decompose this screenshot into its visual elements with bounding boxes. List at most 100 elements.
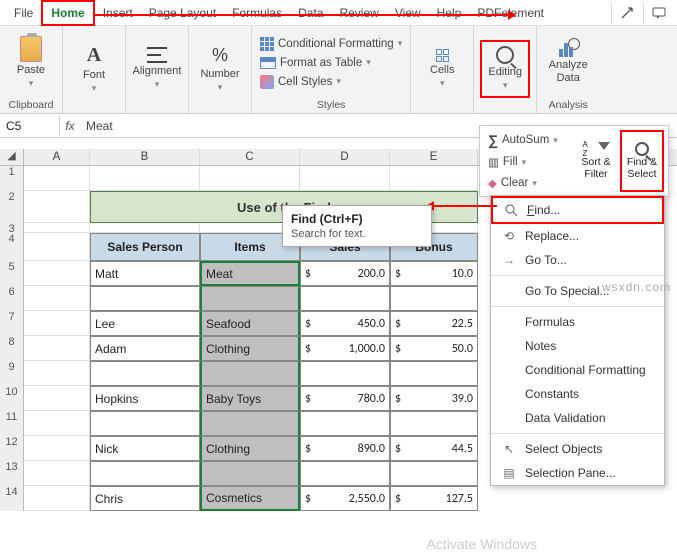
table-cell[interactable]: 22.5 xyxy=(390,311,478,336)
table-cell[interactable] xyxy=(90,361,200,386)
col-E[interactable]: E xyxy=(390,149,478,165)
table-cell[interactable]: Chris xyxy=(90,486,200,511)
menu-data-validation[interactable]: Data Validation xyxy=(491,406,664,430)
col-C[interactable]: C xyxy=(200,149,300,165)
menu-replace[interactable]: ⟲Replace... xyxy=(491,224,664,248)
table-cell[interactable]: 39.0 xyxy=(390,386,478,411)
table-cell[interactable]: Hopkins xyxy=(90,386,200,411)
align-icon xyxy=(147,47,167,63)
table-cell[interactable] xyxy=(390,361,478,386)
tab-help[interactable]: Help xyxy=(429,2,470,24)
paste-button[interactable]: Paste ▾ xyxy=(6,34,56,92)
table-cell[interactable]: Baby Toys xyxy=(200,386,300,411)
watermark: wsxdn.com xyxy=(602,280,671,294)
table-cell[interactable] xyxy=(300,411,390,436)
col-B[interactable]: B xyxy=(90,149,200,165)
table-cell[interactable] xyxy=(90,461,200,486)
table-cell[interactable] xyxy=(390,461,478,486)
table-cell[interactable]: 1,000.0 xyxy=(300,336,390,361)
fx-icon[interactable]: fx xyxy=(60,119,80,133)
table-cell[interactable] xyxy=(300,361,390,386)
ribbon: Paste ▾ Clipboard A Font ▾ Alignment ▾ xyxy=(0,26,677,114)
table-cell[interactable]: Meat xyxy=(200,261,300,286)
tab-insert[interactable]: Insert xyxy=(95,2,141,24)
tab-page-layout[interactable]: Page Layout xyxy=(141,2,224,24)
editing-button[interactable]: Editing ▾ xyxy=(480,40,530,98)
col-D[interactable]: D xyxy=(300,149,390,165)
format-as-table-button[interactable]: Format as Table▾ xyxy=(258,55,404,71)
table-cell[interactable] xyxy=(300,461,390,486)
conditional-formatting-button[interactable]: Conditional Formatting▾ xyxy=(258,35,404,53)
find-select-button[interactable]: Find & Select xyxy=(620,130,664,192)
table-cell[interactable] xyxy=(200,286,300,311)
sort-filter-button[interactable]: Sort & Filter xyxy=(574,130,618,192)
table-cell[interactable]: 10.0 xyxy=(390,261,478,286)
number-button[interactable]: % Number ▾ xyxy=(195,40,245,98)
menu-constants[interactable]: Constants xyxy=(491,382,664,406)
table-cell[interactable] xyxy=(390,411,478,436)
table-cell[interactable]: Matt xyxy=(90,261,200,286)
menu-notes[interactable]: Notes xyxy=(491,334,664,358)
tab-file[interactable]: File xyxy=(6,2,41,24)
cell-styles-button[interactable]: Cell Styles▾ xyxy=(258,73,404,91)
menu-selection-pane[interactable]: ▤Selection Pane... xyxy=(491,461,664,485)
table-cell[interactable]: Cosmetics xyxy=(200,486,300,511)
group-analysis-label: Analysis xyxy=(537,99,599,113)
table-cell[interactable] xyxy=(300,286,390,311)
analyze-data-button[interactable]: Analyze Data xyxy=(543,34,593,92)
table-cell[interactable]: Clothing xyxy=(200,336,300,361)
table-icon xyxy=(260,57,276,69)
table-cell[interactable]: 780.0 xyxy=(300,386,390,411)
table-cell[interactable] xyxy=(200,411,300,436)
menu-conditional-formatting[interactable]: Conditional Formatting xyxy=(491,358,664,382)
table-cell[interactable]: 200.0 xyxy=(300,261,390,286)
table-cell[interactable]: Nick xyxy=(90,436,200,461)
table-cell[interactable]: 50.0 xyxy=(390,336,478,361)
table-cell[interactable]: 2,550.0 xyxy=(300,486,390,511)
editing-subpanel: ∑AutoSum ▾ ▥Fill ▾ ◆Clear ▾ Sort & Filte… xyxy=(479,125,669,197)
select-all-corner[interactable]: ◢ xyxy=(0,149,24,165)
table-cell[interactable] xyxy=(90,411,200,436)
table-cell[interactable]: Clothing xyxy=(200,436,300,461)
funnel-icon xyxy=(598,142,610,156)
menu-formulas[interactable]: Formulas xyxy=(491,310,664,334)
table-cell[interactable] xyxy=(200,461,300,486)
tab-home[interactable]: Home xyxy=(41,0,94,26)
font-button[interactable]: A Font ▾ xyxy=(69,40,119,98)
table-cell[interactable]: Lee xyxy=(90,311,200,336)
percent-icon: % xyxy=(212,45,228,66)
alignment-button[interactable]: Alignment ▾ xyxy=(132,40,182,98)
col-A[interactable]: A xyxy=(24,149,90,165)
table-cell[interactable] xyxy=(390,286,478,311)
table-cell[interactable]: Adam xyxy=(90,336,200,361)
table-cell[interactable]: Seafood xyxy=(200,311,300,336)
table-cell[interactable] xyxy=(200,361,300,386)
tab-formulas[interactable]: Formulas xyxy=(224,2,290,24)
table-cell[interactable]: 890.0 xyxy=(300,436,390,461)
fill-button[interactable]: ▥Fill ▾ xyxy=(484,153,574,171)
autosum-button[interactable]: ∑AutoSum ▾ xyxy=(484,130,574,150)
font-icon: A xyxy=(87,44,101,67)
menu-select-objects[interactable]: ↖Select Objects xyxy=(491,437,664,461)
tab-data[interactable]: Data xyxy=(290,2,331,24)
tab-review[interactable]: Review xyxy=(331,2,386,24)
menu-find[interactable]: Find... xyxy=(491,196,664,224)
tooltip-find: Find (Ctrl+F) Search for text. xyxy=(282,205,432,247)
cells-button[interactable]: Cells ▾ xyxy=(417,40,467,98)
clear-button[interactable]: ◆Clear ▾ xyxy=(484,174,574,192)
tab-view[interactable]: View xyxy=(387,2,429,24)
search-icon xyxy=(635,142,649,156)
name-box[interactable]: C5 xyxy=(0,116,60,136)
comments-icon[interactable] xyxy=(643,2,673,24)
group-clipboard-label: Clipboard xyxy=(0,99,62,113)
share-icon[interactable] xyxy=(611,2,641,24)
cursor-icon: ↖ xyxy=(501,442,517,456)
table-cell[interactable]: 44.5 xyxy=(390,436,478,461)
table-cell[interactable]: 127.5 xyxy=(390,486,478,511)
table-cell[interactable]: 450.0 xyxy=(300,311,390,336)
table-cell[interactable] xyxy=(90,286,200,311)
menu-goto[interactable]: →Go To... xyxy=(491,248,664,272)
tab-pdfelement[interactable]: PDFelement xyxy=(469,2,552,24)
clipboard-icon xyxy=(20,36,42,62)
header-sales-person: Sales Person xyxy=(90,233,200,261)
